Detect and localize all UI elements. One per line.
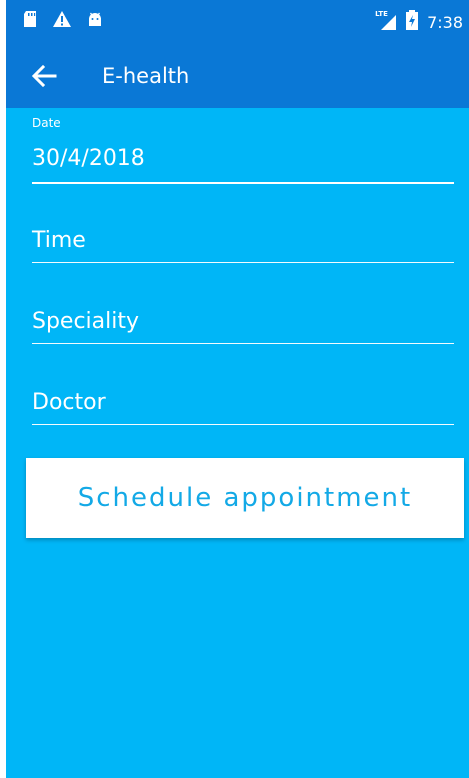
arrow-left-icon <box>31 64 57 91</box>
app-title: E-health <box>102 64 190 88</box>
status-left-icons <box>22 10 104 32</box>
screen: LTE 7:38 E-health Date 30/4/2018 Time Sp… <box>0 0 469 778</box>
time-underline <box>32 262 454 263</box>
schedule-appointment-button[interactable]: Schedule appointment <box>26 458 464 538</box>
app-bar: E-health <box>6 48 469 108</box>
status-time: 7:38 <box>427 12 463 32</box>
warning-icon <box>52 10 72 32</box>
speciality-underline <box>32 343 454 344</box>
doctor-placeholder: Doctor <box>32 390 106 415</box>
back-button[interactable] <box>24 60 64 96</box>
time-placeholder: Time <box>32 228 86 253</box>
android-icon <box>86 10 104 32</box>
lte-signal-icon: LTE <box>375 10 397 31</box>
sd-card-icon <box>22 10 38 32</box>
date-label: Date <box>32 116 61 130</box>
date-value: 30/4/2018 <box>32 146 145 171</box>
form-area: Date 30/4/2018 Time Speciality Doctor Sc… <box>6 108 469 778</box>
network-label: LTE <box>375 10 388 18</box>
battery-charging-icon <box>405 10 419 34</box>
date-underline <box>32 182 454 184</box>
status-right: LTE 7:38 <box>375 10 463 34</box>
status-bar: LTE 7:38 <box>6 0 469 48</box>
doctor-underline <box>32 424 454 425</box>
speciality-placeholder: Speciality <box>32 309 140 334</box>
schedule-appointment-label: Schedule appointment <box>77 483 413 513</box>
